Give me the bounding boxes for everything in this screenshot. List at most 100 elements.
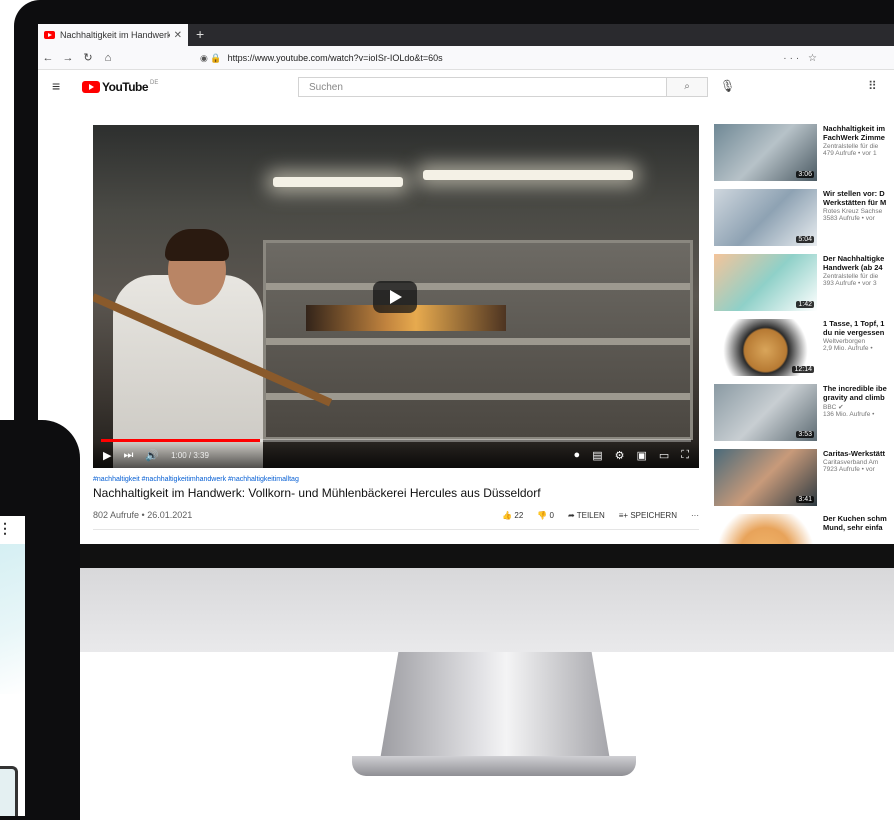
recommendation-item[interactable]: 5:04 Wir stellen vor: D Werkstätten für MR… bbox=[714, 189, 894, 248]
video-duration: 3:06 bbox=[796, 171, 814, 178]
recommendation-info: Der Nachhaltigke Handwerk (ab 24 Zentralst… bbox=[817, 254, 894, 313]
fullscreen-icon[interactable]: ⛶ bbox=[681, 449, 689, 462]
video-thumbnail[interactable] bbox=[714, 514, 817, 544]
recommendation-item[interactable]: 1:42 Der Nachhaltigke Handwerk (ab 24 Zentr… bbox=[714, 254, 894, 313]
shield-lock-icon: ◉ 🔒 bbox=[200, 52, 222, 63]
recommendation-title-line: Caritas-Werkstätt bbox=[823, 449, 885, 458]
thumbs-down-icon: 👎 bbox=[537, 510, 548, 520]
save-button[interactable]: ≡+ SPEICHERN bbox=[619, 511, 677, 520]
subtitles-icon[interactable]: ▤ bbox=[592, 449, 602, 462]
recommendations-sidebar: 3:06 Nachhaltigkeit im FachWerk Zimme Zentr… bbox=[714, 124, 894, 544]
like-count: 22 bbox=[514, 510, 524, 520]
player-controls: ▶ ⏭ 🔊 1:00 / 3:39 ● ▤ ⚙ ▣ ▭ ⛶ bbox=[93, 442, 699, 468]
new-tab-button[interactable]: + bbox=[196, 26, 204, 42]
video-duration: 12:14 bbox=[792, 366, 814, 373]
ceiling-light bbox=[273, 177, 403, 187]
recommendation-item[interactable]: 12:14 1 Tasse, 1 Topf, 1 du nie vergessen W… bbox=[714, 319, 894, 378]
miniplayer-icon[interactable]: ▣ bbox=[636, 449, 646, 462]
recommendation-item[interactable]: 3:06 Nachhaltigkeit im FachWerk Zimme Zentr… bbox=[714, 124, 894, 183]
video-hashtags[interactable]: #nachhaltigkeit #nachhaltigkeitimhandwer… bbox=[93, 476, 299, 483]
youtube-play-logo-icon bbox=[82, 81, 100, 93]
recommendation-info: 1 Tasse, 1 Topf, 1 du nie vergessen Weltve… bbox=[817, 319, 894, 378]
recommendation-title-line: Der Nachhaltigke bbox=[823, 254, 885, 263]
volume-icon[interactable]: 🔊 bbox=[145, 449, 159, 462]
phone-card bbox=[0, 766, 18, 816]
recommendation-item[interactable]: Der Kuchen schm Mund, sehr einfa bbox=[714, 514, 894, 544]
forward-arrow-icon[interactable]: → bbox=[58, 52, 78, 64]
play-overlay-icon[interactable] bbox=[373, 281, 417, 313]
recommendation-channel: BBC ✔ bbox=[823, 404, 844, 411]
oven-rail bbox=[266, 283, 690, 290]
microphone-icon[interactable]: 🎙 bbox=[720, 79, 735, 93]
url-bar[interactable]: ◉ 🔒 https://www.youtube.com/watch?v=ioIS… bbox=[200, 49, 820, 67]
reload-icon[interactable]: ↻ bbox=[78, 51, 98, 64]
browser-navbar: ← → ↻ ⌂ ◉ 🔒 https://www.youtube.com/watc… bbox=[38, 46, 894, 70]
search-button[interactable]: ⌕ bbox=[666, 77, 708, 97]
theater-mode-icon[interactable]: ▭ bbox=[659, 449, 669, 462]
recommendation-info: Der Kuchen schm Mund, sehr einfa bbox=[817, 514, 894, 544]
country-code: DE bbox=[150, 80, 159, 86]
dislike-button[interactable]: 👎 0 bbox=[537, 511, 554, 520]
recommendation-stats: 479 Aufrufe • vor 1 bbox=[823, 150, 877, 157]
recommendation-title-line: 1 Tasse, 1 Topf, 1 bbox=[823, 319, 885, 328]
play-icon[interactable]: ▶ bbox=[103, 449, 111, 462]
tab-close-icon[interactable]: ✕ bbox=[174, 30, 182, 41]
recommendation-stats: 136 Mio. Aufrufe • bbox=[823, 411, 875, 418]
recommendation-channel: Rotes Kreuz Sachse bbox=[823, 208, 883, 215]
youtube-logo[interactable]: YouTube DE bbox=[82, 80, 158, 94]
monitor-screen: Nachhaltigkeit im Handwerk: V ✕ + ← → ↻ … bbox=[38, 24, 894, 544]
time-display: 1:00 / 3:39 bbox=[171, 450, 209, 460]
kebab-menu-icon[interactable]: ⋮ bbox=[0, 520, 12, 537]
video-duration: 1:42 bbox=[796, 301, 814, 308]
youtube-header: ≡ YouTube DE Suchen ⌕ 🎙 ⠿ bbox=[38, 70, 894, 104]
recommendation-stats: 2,9 Mio. Aufrufe • bbox=[823, 345, 873, 352]
save-label: SPEICHERN bbox=[630, 510, 677, 520]
share-button[interactable]: ➦ TEILEN bbox=[568, 511, 605, 520]
youtube-logo-text: YouTube bbox=[102, 80, 149, 94]
url-actions[interactable]: ··· ☆ bbox=[783, 53, 820, 64]
browser-tab[interactable]: Nachhaltigkeit im Handwerk: V ✕ bbox=[38, 24, 188, 46]
like-button[interactable]: 👍 22 bbox=[502, 511, 523, 520]
oven-illustration bbox=[263, 240, 693, 440]
recommendation-info: Wir stellen vor: D Werkstätten für M Rotes… bbox=[817, 189, 894, 248]
playlist-add-icon: ≡+ bbox=[618, 510, 629, 520]
video-thumbnail[interactable]: 3:06 bbox=[714, 124, 817, 181]
menu-icon[interactable]: ≡ bbox=[52, 78, 60, 94]
recommendation-channel: Zentralstelle für die bbox=[823, 273, 879, 280]
video-actions: 👍 22 👎 0 ➦ TEILEN ≡+ SPEICHERN ··· bbox=[502, 511, 699, 520]
video-player[interactable]: ▶ ⏭ 🔊 1:00 / 3:39 ● ▤ ⚙ ▣ ▭ ⛶ bbox=[93, 125, 699, 468]
recommendation-title-line: Werkstätten für M bbox=[823, 198, 887, 207]
share-arrow-icon: ➦ bbox=[567, 510, 575, 520]
more-options-icon[interactable]: ··· bbox=[691, 511, 699, 520]
recommendation-title-line: Mund, sehr einfa bbox=[823, 523, 883, 532]
video-thumbnail[interactable]: 3:53 bbox=[714, 384, 817, 441]
recommendation-title-line: The incredible ibe bbox=[823, 384, 887, 393]
recommendation-item[interactable]: 3:53 The incredible ibe gravity and climb B… bbox=[714, 384, 894, 443]
recommendation-item[interactable]: 3:41 Caritas-Werkstätt Caritasverband Am 79… bbox=[714, 449, 894, 508]
video-thumbnail[interactable]: 3:41 bbox=[714, 449, 817, 506]
url-text: https://www.youtube.com/watch?v=ioISr-IO… bbox=[227, 53, 443, 63]
tab-title: Nachhaltigkeit im Handwerk: V bbox=[60, 30, 170, 40]
search-icon: ⌕ bbox=[684, 81, 690, 92]
share-label: TEILEN bbox=[576, 510, 605, 520]
phone-device: ⋮ bbox=[0, 420, 80, 820]
settings-gear-icon[interactable]: ⚙ bbox=[615, 449, 625, 462]
video-title: Nachhaltigkeit im Handwerk: Vollkorn- un… bbox=[93, 486, 541, 500]
browser-tabbar: Nachhaltigkeit im Handwerk: V ✕ + bbox=[38, 24, 894, 46]
recommendation-title-line: FachWerk Zimme bbox=[823, 133, 885, 142]
video-thumbnail[interactable]: 12:14 bbox=[714, 319, 817, 376]
recommendation-title-line: gravity and climb bbox=[823, 393, 885, 402]
autoplay-toggle-icon[interactable]: ● bbox=[574, 449, 581, 462]
video-thumbnail[interactable]: 5:04 bbox=[714, 189, 817, 246]
screen-bottom-edge bbox=[38, 544, 894, 568]
home-icon[interactable]: ⌂ bbox=[98, 52, 118, 64]
video-thumbnail[interactable]: 1:42 bbox=[714, 254, 817, 311]
monitor-stand-base bbox=[352, 756, 636, 776]
search-input[interactable]: Suchen bbox=[298, 77, 666, 97]
back-arrow-icon[interactable]: ← bbox=[38, 52, 58, 64]
apps-grid-icon[interactable]: ⠿ bbox=[868, 79, 877, 93]
next-icon[interactable]: ⏭ bbox=[123, 449, 133, 462]
dislike-count: 0 bbox=[549, 510, 554, 520]
recommendation-info: The incredible ibe gravity and climb BBC ✔… bbox=[817, 384, 894, 443]
video-duration: 3:53 bbox=[796, 431, 814, 438]
